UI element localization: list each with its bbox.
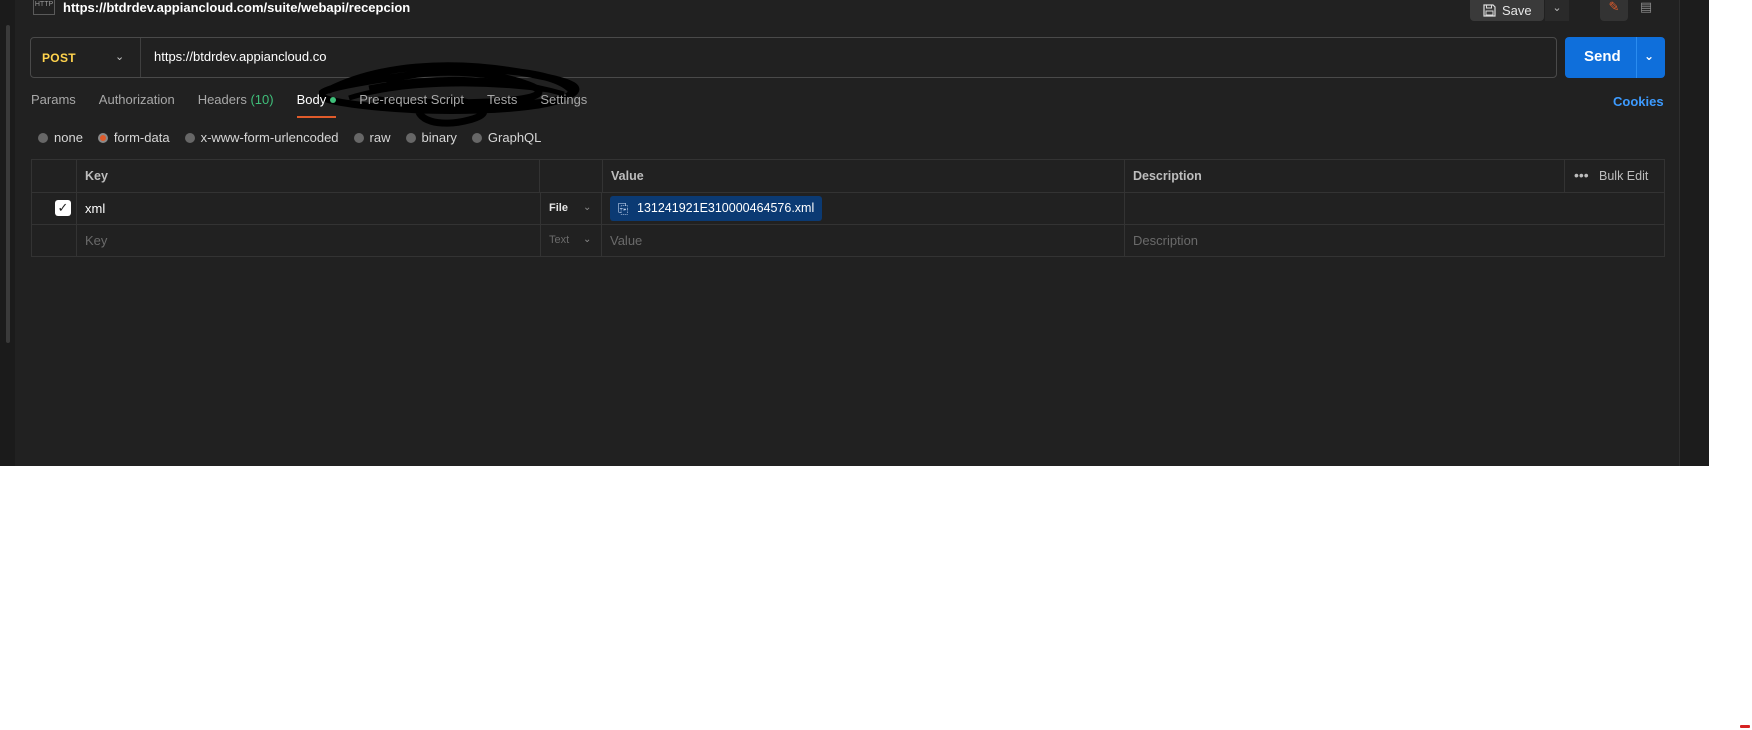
tab-body-label: Body (296, 92, 327, 107)
body-type-raw[interactable]: raw (353, 130, 391, 145)
chevron-down-icon: ⌄ (583, 202, 592, 213)
description-placeholder: Description (1133, 233, 1199, 248)
file-chip[interactable]: ⎘ 131241921E310000464576.xml (610, 196, 823, 221)
type-label: File (549, 202, 568, 214)
send-divider (1636, 37, 1637, 78)
description-cell[interactable] (1125, 192, 1664, 224)
tab-tests[interactable]: Tests (487, 92, 517, 118)
type-label: Text (549, 234, 570, 246)
radio-label: binary (421, 130, 457, 145)
right-panel-edge: </ (1679, 0, 1709, 466)
more-horizontal-icon[interactable]: ••• (1574, 167, 1589, 183)
bulk-edit-button[interactable]: ••• Bulk Edit (1564, 160, 1664, 192)
row-check-cell: ✓ (32, 192, 77, 224)
row-enabled-checkbox[interactable]: ✓ (55, 200, 71, 216)
body-type-form-data[interactable]: form-data (97, 130, 170, 145)
key-placeholder: Key (85, 233, 108, 248)
body-type-selector: none form-data x-www-form-urlencoded raw… (38, 130, 556, 145)
save-options-chevron-down-icon[interactable]: ⌄ (1545, 0, 1569, 21)
header-description-label: Description (1133, 169, 1202, 183)
form-data-table: Key Value Description ••• Bulk Edit ✓ xm… (31, 159, 1665, 257)
table-header-row: Key Value Description ••• Bulk Edit (32, 160, 1664, 193)
radio-label: GraphQL (487, 130, 542, 145)
key-cell[interactable]: xml (77, 192, 540, 224)
radio-label: raw (369, 130, 391, 145)
radio-label: x-www-form-urlencoded (200, 130, 339, 145)
comment-icon[interactable]: ▤ (1632, 0, 1660, 21)
table-row: ✓ xml File ⌄ ⎘ 131241921E310000464576.xm… (32, 192, 1664, 225)
send-options-chevron-down-icon[interactable]: ⌄ (1644, 49, 1654, 63)
header-check-cell (32, 160, 77, 192)
radio-button[interactable] (471, 132, 482, 143)
key-input[interactable]: Key (77, 224, 540, 256)
body-type-none[interactable]: none (38, 130, 83, 145)
file-name: 131241921E310000464576.xml (637, 201, 815, 215)
tab-pre-request-script[interactable]: Pre-request Script (359, 92, 464, 118)
file-icon: ⎘ (618, 201, 629, 216)
scrollbar[interactable] (6, 25, 10, 343)
tab-settings[interactable]: Settings (540, 92, 587, 118)
radio-button[interactable] (38, 132, 48, 143)
request-editor: HTTP https://btdrdev.appiancloud.com/sui… (0, 0, 1709, 466)
method-label: POST (42, 50, 76, 65)
method-select[interactable]: POST ⌄ (31, 38, 141, 77)
save-icon (1483, 4, 1496, 17)
value-cell[interactable]: ⎘ 131241921E310000464576.xml (602, 192, 1125, 224)
http-request-icon: HTTP (33, 0, 55, 15)
key-value: xml (85, 201, 106, 216)
radio-label: form-data (113, 130, 170, 145)
check-icon: ✓ (57, 200, 69, 215)
radio-label: none (54, 130, 83, 145)
radio-button[interactable] (405, 132, 416, 143)
tab-authorization[interactable]: Authorization (99, 92, 175, 118)
cookies-link[interactable]: Cookies (1613, 94, 1664, 109)
header-value-label: Value (611, 169, 644, 183)
value-input[interactable]: Value (602, 224, 1125, 256)
description-input[interactable]: Description (1125, 224, 1664, 256)
headers-count-badge: (10) (250, 92, 274, 107)
radio-button-selected[interactable] (97, 132, 108, 143)
edit-icon[interactable]: ✎ (1600, 0, 1628, 21)
row-check-cell (32, 224, 77, 256)
save-label: Save (1502, 3, 1532, 18)
left-sidebar-edge (0, 0, 15, 466)
radio-button[interactable] (353, 132, 364, 143)
chevron-down-icon: ⌄ (583, 234, 592, 245)
header-key-label: Key (85, 169, 108, 183)
type-select[interactable]: Text ⌄ (540, 224, 602, 256)
radio-button[interactable] (184, 132, 195, 143)
chevron-down-icon: ⌄ (115, 51, 125, 63)
request-title[interactable]: https://btdrdev.appiancloud.com/suite/we… (63, 0, 410, 15)
tab-headers[interactable]: Headers (10) (198, 92, 274, 118)
body-type-binary[interactable]: binary (405, 130, 457, 145)
body-type-urlencoded[interactable]: x-www-form-urlencoded (184, 130, 339, 145)
request-tabs: Params Authorization Headers (10) Body P… (31, 92, 610, 118)
tab-headers-label: Headers (197, 92, 247, 107)
table-row-empty: Key Text ⌄ Value Description (32, 224, 1664, 256)
url-input[interactable]: https://btdrdev.appiancloud.co (154, 49, 327, 64)
header-key: Key (77, 160, 540, 192)
value-placeholder: Value (610, 233, 643, 248)
red-indicator (1740, 725, 1750, 728)
type-select[interactable]: File ⌄ (540, 192, 602, 224)
header-type-cell (540, 160, 602, 192)
send-label: Send (1584, 48, 1621, 65)
tab-params[interactable]: Params (31, 92, 76, 118)
body-type-graphql[interactable]: GraphQL (471, 130, 542, 145)
header-value: Value (602, 160, 1125, 192)
save-button[interactable]: Save (1470, 0, 1544, 21)
url-bar: POST ⌄ https://btdrdev.appiancloud.co (30, 37, 1557, 127)
send-button[interactable]: Send ⌄ (1565, 37, 1665, 78)
bulk-edit-label: Bulk Edit (1599, 169, 1649, 183)
body-status-dot (330, 96, 337, 103)
tab-body[interactable]: Body (296, 92, 337, 118)
